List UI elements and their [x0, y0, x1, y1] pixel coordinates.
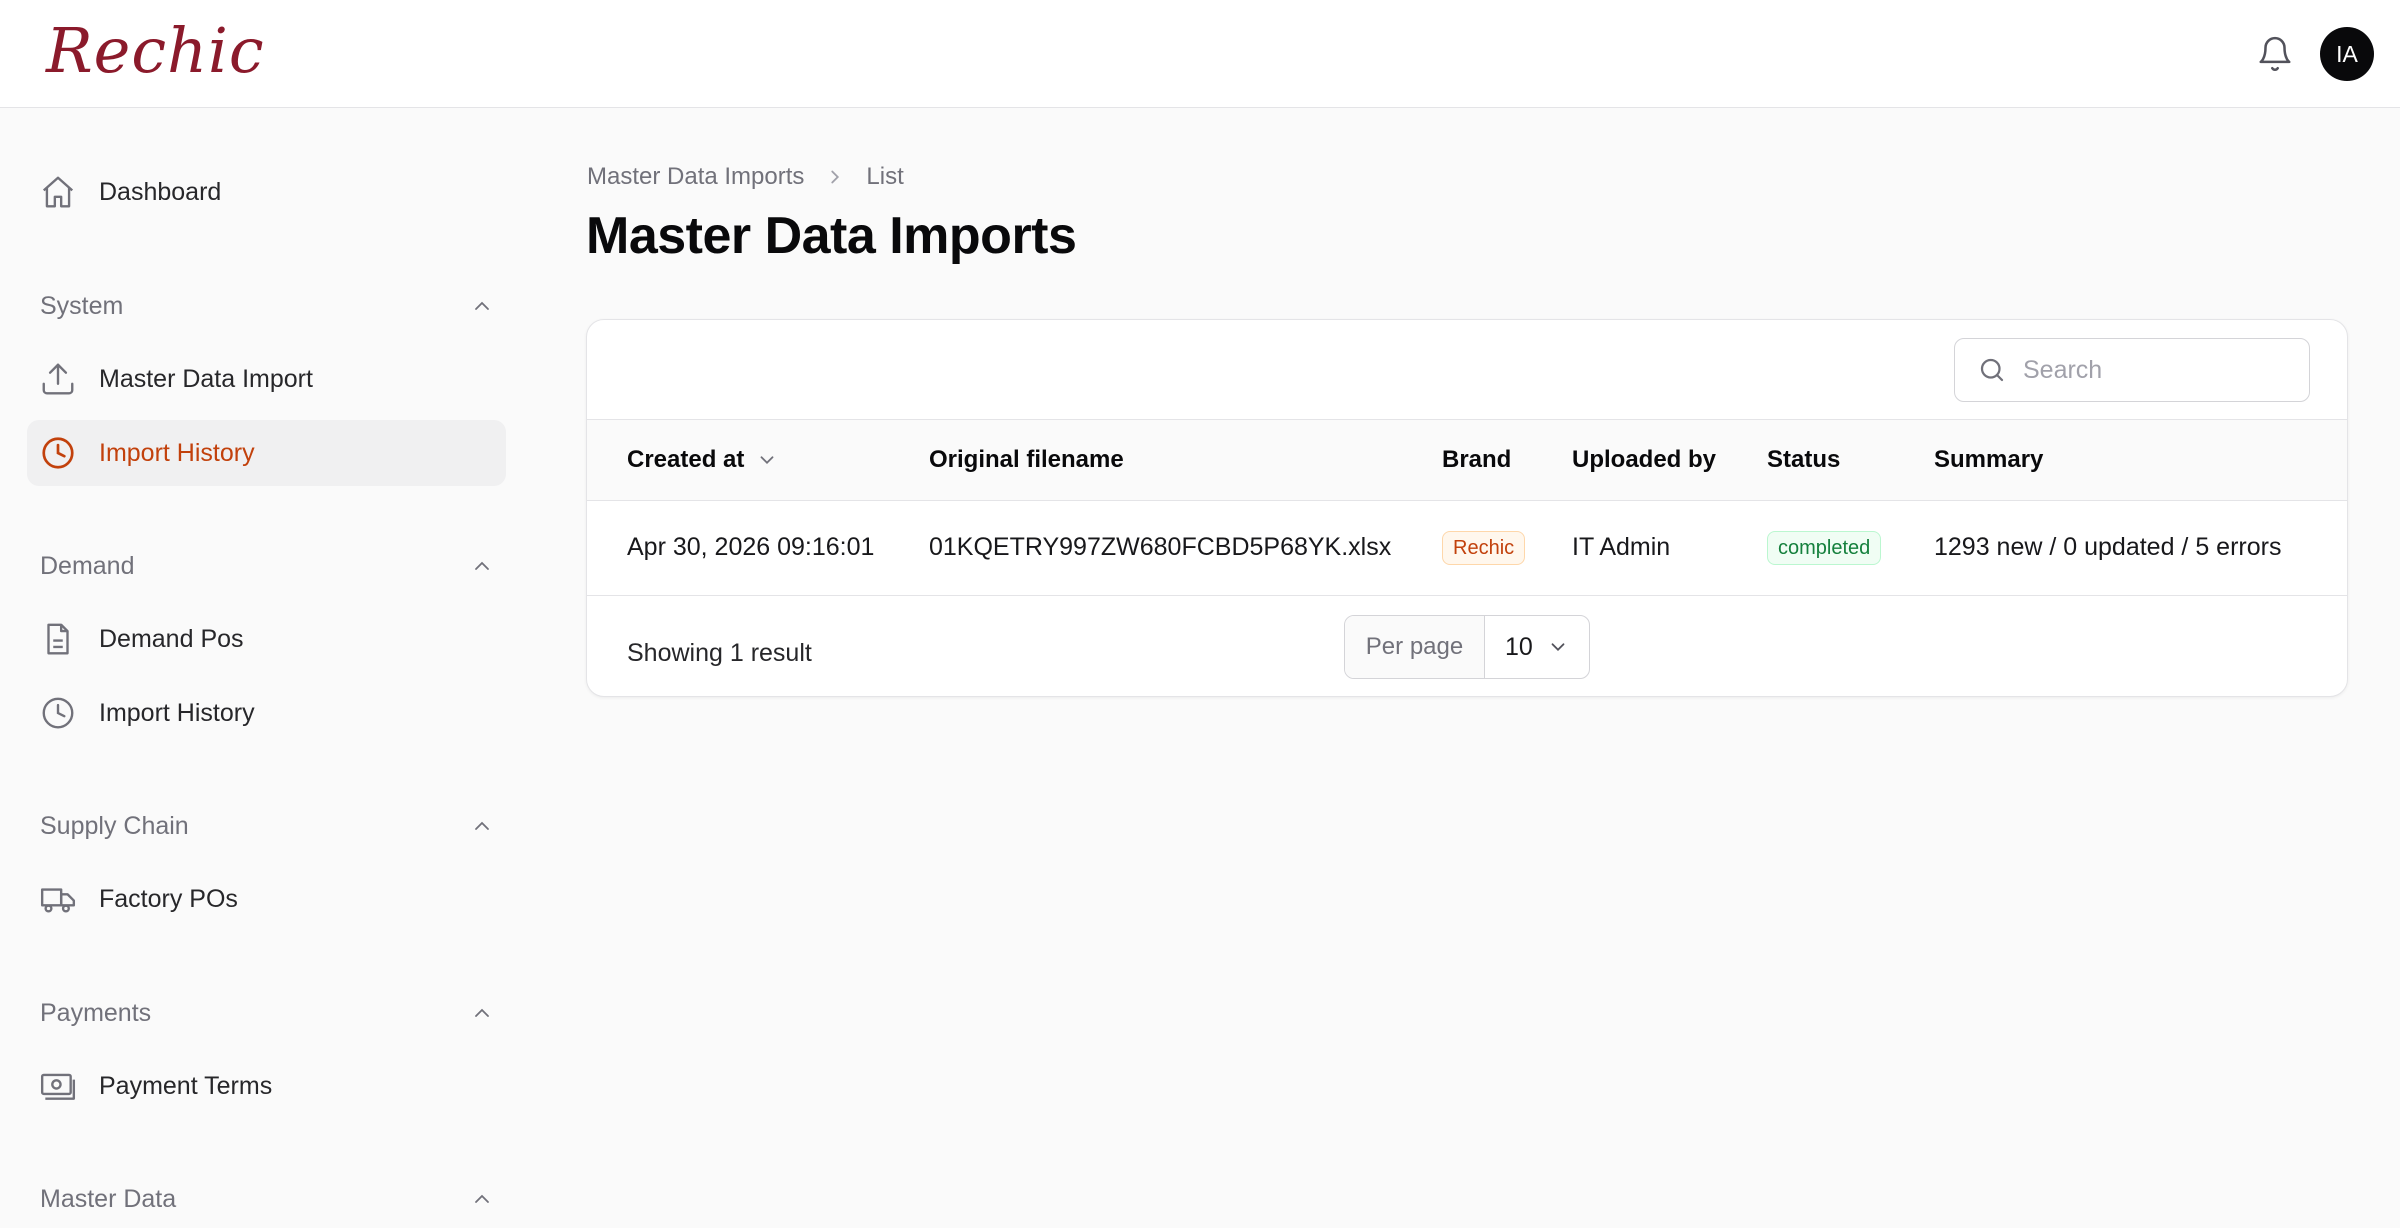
truck-icon — [40, 888, 76, 913]
sidebar-item-label: Import History — [99, 698, 255, 727]
breadcrumb-current: List — [866, 163, 904, 190]
breadcrumb-link-master-data-imports[interactable]: Master Data Imports — [587, 163, 804, 191]
group-header-payments[interactable]: Payments — [40, 993, 494, 1033]
chevron-up-icon — [475, 561, 489, 570]
breadcrumb: Master Data Imports List — [587, 160, 904, 194]
cell-brand: Rechic — [1442, 501, 1526, 594]
sidebar-item-demand-import-history[interactable]: Import History — [27, 680, 506, 746]
group-header-supply-chain[interactable]: Supply Chain — [40, 806, 494, 846]
chevron-up-icon — [475, 1194, 489, 1203]
column-header-created-at[interactable]: Created at — [627, 420, 778, 500]
status-badge: completed — [1767, 530, 1882, 565]
sidebar-item-payment-terms[interactable]: Payment Terms — [27, 1053, 506, 1119]
search-icon — [1980, 358, 2004, 382]
sidebar-item-demand-pos[interactable]: Demand Pos — [27, 606, 506, 672]
brand-badge: Rechic — [1442, 530, 1526, 565]
chevron-right-icon — [831, 170, 840, 184]
table-row[interactable]: Apr 30, 2026 09:16:01 01KQETRY997ZW680FC… — [587, 501, 2347, 596]
chevron-up-icon — [475, 301, 489, 310]
group-label: Master Data — [40, 1184, 177, 1213]
sidebar-item-label: Dashboard — [99, 177, 222, 206]
page-title: Master Data Imports — [586, 207, 1077, 265]
app-logo[interactable]: Rechic — [46, 14, 265, 87]
cell-summary: 1293 new / 0 updated / 5 errors — [1934, 533, 2282, 561]
clock-icon — [42, 697, 74, 729]
chevron-down-icon — [1551, 643, 1565, 652]
table-header: Created at Original filename Brand Uploa… — [587, 419, 2347, 501]
group-label: Supply Chain — [40, 811, 189, 840]
imports-table-card: Created at Original filename Brand Uploa… — [586, 319, 2348, 697]
document-icon — [47, 623, 69, 655]
column-header-brand: Brand — [1442, 446, 1512, 473]
user-avatar[interactable]: IA — [2320, 27, 2374, 81]
search-field[interactable] — [1954, 338, 2310, 402]
chevron-up-icon — [475, 821, 489, 830]
cell-uploaded-by: IT Admin — [1572, 533, 1671, 561]
upload-icon — [42, 363, 74, 395]
column-header-uploaded-by: Uploaded by — [1572, 446, 1717, 473]
sidebar-item-import-history[interactable]: Import History — [27, 420, 506, 486]
group-label: Payments — [40, 998, 152, 1027]
per-page-value: 10 — [1505, 632, 1533, 661]
group-label: Demand — [40, 551, 135, 580]
sidebar-item-label: Master Data Import — [99, 364, 313, 393]
sidebar-item-label: Import History — [99, 438, 255, 467]
per-page-dropdown[interactable]: 10 — [1485, 616, 1589, 678]
column-header-original-filename: Original filename — [929, 446, 1124, 473]
notification-bell-icon[interactable] — [2256, 34, 2294, 74]
cell-status: completed — [1767, 501, 1882, 594]
column-header-status: Status — [1767, 446, 1841, 473]
sidebar-item-label: Demand Pos — [99, 624, 244, 653]
sidebar-item-factory-pos[interactable]: Factory POs — [27, 866, 506, 932]
column-header-label: Created at — [627, 446, 745, 473]
sidebar-item-label: Payment Terms — [99, 1071, 273, 1100]
results-count: Showing 1 result — [627, 638, 812, 667]
cash-icon — [40, 1073, 76, 1100]
sidebar-item-label: Factory POs — [99, 884, 238, 913]
top-bar: Rechic IA — [0, 0, 2400, 108]
sidebar: Dashboard System Master Data Import Impo… — [0, 108, 520, 1228]
home-icon — [42, 176, 74, 208]
per-page-label: Per page — [1345, 616, 1485, 678]
group-label: System — [40, 291, 124, 320]
sort-chevron-down-icon — [760, 456, 774, 465]
sidebar-item-dashboard[interactable]: Dashboard — [27, 159, 506, 225]
cell-filename: 01KQETRY997ZW680FCBD5P68YK.xlsx — [929, 533, 1392, 561]
per-page-select[interactable]: Per page 10 — [1344, 615, 1590, 679]
cell-created-at: Apr 30, 2026 09:16:01 — [627, 533, 875, 561]
sidebar-item-master-data-import[interactable]: Master Data Import — [27, 346, 506, 412]
group-header-master-data[interactable]: Master Data — [40, 1179, 494, 1219]
column-header-summary: Summary — [1934, 446, 2044, 473]
chevron-up-icon — [475, 1008, 489, 1017]
search-input[interactable] — [2023, 355, 2293, 385]
group-header-demand[interactable]: Demand — [40, 546, 494, 586]
clock-icon — [42, 437, 74, 469]
group-header-system[interactable]: System — [40, 286, 494, 326]
